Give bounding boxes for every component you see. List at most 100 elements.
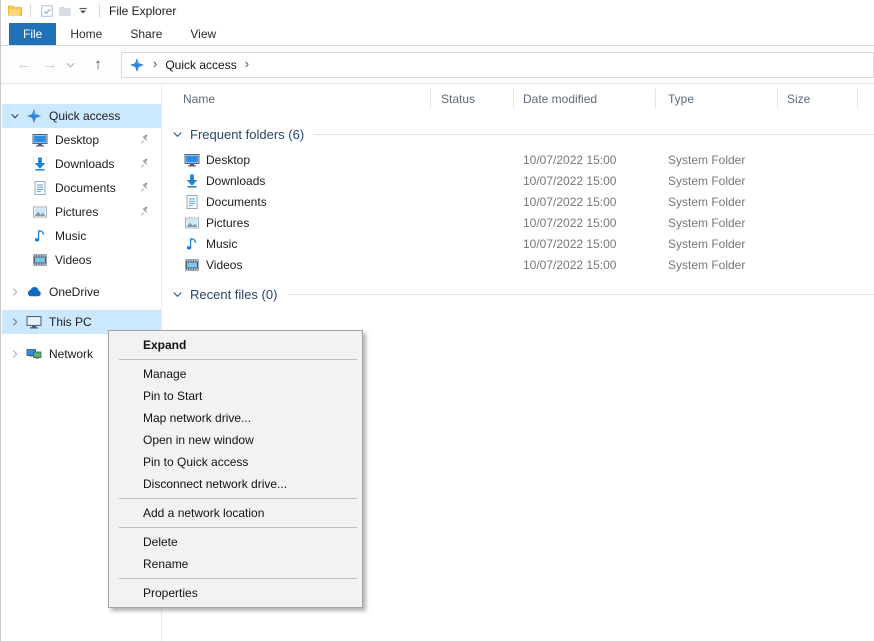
group-header-label[interactable]: Recent files (0) — [190, 287, 277, 302]
sidebar-item-onedrive[interactable]: OneDrive — [2, 280, 161, 304]
group-header-label[interactable]: Frequent folders (6) — [190, 127, 304, 142]
file-date-modified: 10/07/2022 15:00 — [523, 237, 616, 251]
chevron-down-icon[interactable] — [10, 111, 26, 121]
videos-icon — [32, 252, 48, 268]
column-header-type[interactable]: Type — [656, 89, 778, 109]
group-rule — [314, 134, 874, 135]
back-button[interactable]: ← — [11, 56, 37, 73]
tab-file[interactable]: File — [9, 23, 56, 45]
file-row-desktop[interactable]: Desktop 10/07/2022 15:00 System Folder — [162, 149, 874, 170]
menu-item-pin-to-quick-access[interactable]: Pin to Quick access — [109, 451, 362, 473]
sidebar-item-videos[interactable]: Videos — [2, 248, 161, 272]
sidebar-item-pictures[interactable]: Pictures — [2, 200, 161, 224]
sidebar-item-downloads[interactable]: Downloads — [2, 152, 161, 176]
column-header-name[interactable]: Name — [162, 89, 431, 109]
network-icon — [26, 346, 42, 362]
column-header-size[interactable]: Size — [778, 89, 858, 109]
breadcrumb[interactable]: › Quick access › — [121, 52, 874, 78]
sidebar-item-label: Quick access — [49, 109, 120, 123]
titlebar-separator — [30, 4, 31, 18]
file-row-music[interactable]: Music 10/07/2022 15:00 System Folder — [162, 233, 874, 254]
forward-button[interactable]: → — [37, 56, 63, 73]
pin-icon — [139, 181, 151, 196]
chevron-right-icon[interactable] — [10, 287, 26, 297]
sidebar-item-label: Network — [49, 347, 93, 361]
quick-access-star-icon — [129, 57, 145, 73]
column-header-status[interactable]: Status — [431, 89, 514, 109]
window-title: File Explorer — [109, 4, 176, 18]
menu-item-expand[interactable]: Expand — [109, 334, 362, 356]
pin-icon — [139, 157, 151, 172]
breadcrumb-location[interactable]: Quick access — [165, 58, 236, 72]
sidebar-item-label: Documents — [55, 181, 116, 195]
quick-access-star-icon — [26, 108, 42, 124]
breadcrumb-chevron-icon[interactable]: › — [245, 56, 249, 71]
file-name: Music — [206, 237, 237, 251]
sidebar-item-label: This PC — [49, 315, 92, 329]
pictures-icon — [184, 215, 200, 231]
downloads-icon — [32, 156, 48, 172]
tab-home[interactable]: Home — [56, 23, 116, 45]
menu-separator — [119, 359, 357, 360]
file-type: System Folder — [668, 195, 745, 209]
pictures-icon — [32, 204, 48, 220]
chevron-down-icon[interactable] — [172, 129, 183, 140]
titlebar-separator — [99, 4, 100, 18]
menu-item-add-network-location[interactable]: Add a network location — [109, 502, 362, 524]
file-date-modified: 10/07/2022 15:00 — [523, 174, 616, 188]
file-name: Pictures — [206, 216, 249, 230]
group-rule — [287, 294, 874, 295]
chevron-right-icon[interactable] — [10, 349, 26, 359]
desktop-icon — [184, 152, 200, 168]
downloads-icon — [184, 173, 200, 189]
file-name: Downloads — [206, 174, 265, 188]
sidebar-item-label: Videos — [55, 253, 91, 267]
desktop-icon — [32, 132, 48, 148]
this-pc-icon — [26, 314, 42, 330]
menu-item-open-in-new-window[interactable]: Open in new window — [109, 429, 362, 451]
menu-item-properties[interactable]: Properties — [109, 582, 362, 604]
menu-item-delete[interactable]: Delete — [109, 531, 362, 553]
documents-icon — [32, 180, 48, 196]
menu-item-manage[interactable]: Manage — [109, 363, 362, 385]
file-row-videos[interactable]: Videos 10/07/2022 15:00 System Folder — [162, 254, 874, 275]
sidebar-item-quick-access[interactable]: Quick access — [2, 104, 161, 128]
qat-customize-dropdown[interactable] — [74, 2, 92, 20]
sidebar-item-label: Pictures — [55, 205, 98, 219]
chevron-down-icon[interactable] — [172, 289, 183, 300]
sidebar-item-label: OneDrive — [49, 285, 100, 299]
qat-new-folder-button[interactable] — [56, 2, 74, 20]
file-row-pictures[interactable]: Pictures 10/07/2022 15:00 System Folder — [162, 212, 874, 233]
file-explorer-window: File Explorer File Home Share View ← → ↑… — [0, 0, 874, 641]
file-row-downloads[interactable]: Downloads 10/07/2022 15:00 System Folder — [162, 170, 874, 191]
menu-item-map-network-drive[interactable]: Map network drive... — [109, 407, 362, 429]
ribbon-tab-bar: File Home Share View — [1, 22, 874, 46]
tab-view[interactable]: View — [176, 23, 230, 45]
up-button[interactable]: ↑ — [85, 56, 111, 73]
chevron-right-icon[interactable] — [10, 317, 26, 327]
menu-item-disconnect-network-drive[interactable]: Disconnect network drive... — [109, 473, 362, 495]
column-header-row: Name Status Date modified Type Size — [162, 85, 874, 113]
onedrive-cloud-icon — [26, 284, 42, 300]
menu-item-rename[interactable]: Rename — [109, 553, 362, 575]
file-type: System Folder — [668, 153, 745, 167]
pin-icon — [139, 133, 151, 148]
sidebar-item-label: Music — [55, 229, 86, 243]
column-header-date-modified[interactable]: Date modified — [514, 89, 656, 109]
menu-item-pin-to-start[interactable]: Pin to Start — [109, 385, 362, 407]
pin-icon — [139, 205, 151, 220]
file-date-modified: 10/07/2022 15:00 — [523, 153, 616, 167]
group-header-recent-files: Recent files (0) — [172, 284, 874, 304]
recent-locations-dropdown[interactable] — [63, 60, 77, 70]
tab-share[interactable]: Share — [116, 23, 176, 45]
titlebar: File Explorer — [1, 0, 874, 22]
sidebar-item-label: Downloads — [55, 157, 114, 171]
qat-properties-button[interactable] — [38, 2, 56, 20]
music-icon — [32, 228, 48, 244]
app-folder-icon — [7, 3, 23, 19]
sidebar-item-documents[interactable]: Documents — [2, 176, 161, 200]
sidebar-item-desktop[interactable]: Desktop — [2, 128, 161, 152]
breadcrumb-chevron-icon: › — [153, 56, 157, 71]
sidebar-item-music[interactable]: Music — [2, 224, 161, 248]
file-row-documents[interactable]: Documents 10/07/2022 15:00 System Folder — [162, 191, 874, 212]
